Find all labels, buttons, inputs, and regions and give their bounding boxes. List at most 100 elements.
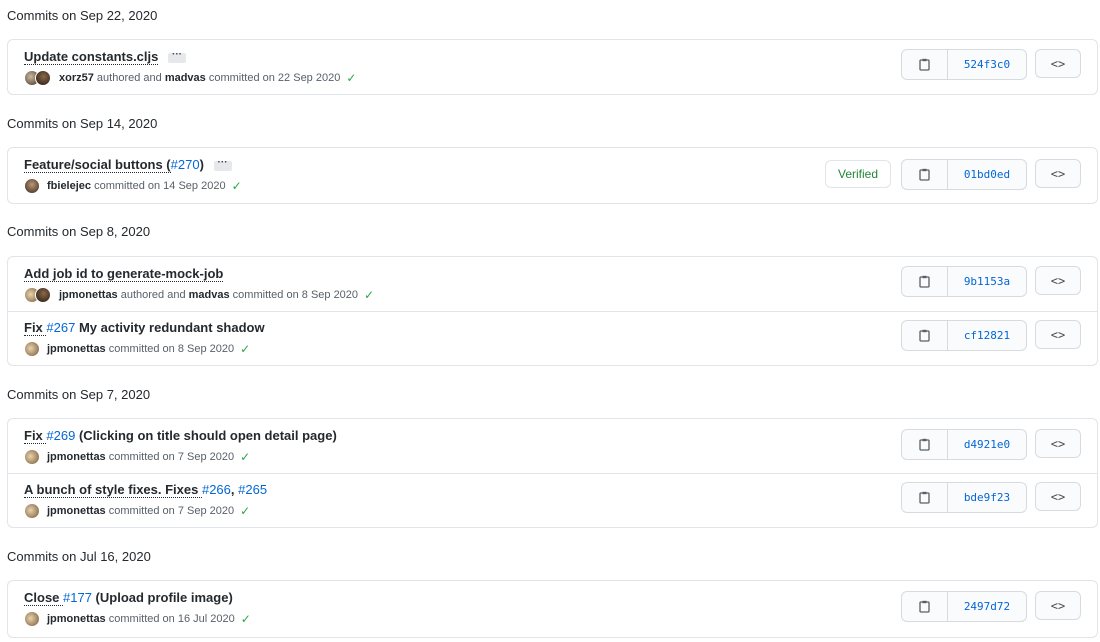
commit-row: Fix #267 My activity redundant shadow jp… [8, 312, 1097, 365]
copy-sha-button[interactable] [902, 267, 948, 296]
commit-row: A bunch of style fixes. Fixes #266, #265… [8, 474, 1097, 527]
commit-sha-link[interactable]: bde9f23 [948, 483, 1026, 512]
commit-meta: jpmonettas committed on 16 Jul 2020 ✓ [24, 611, 251, 627]
browse-repo-button[interactable]: <> [1035, 266, 1081, 295]
commit-sha-link[interactable]: 2497d72 [948, 592, 1026, 621]
avatar[interactable] [24, 449, 40, 465]
clipboard-icon [919, 600, 930, 613]
author-link[interactable]: jpmonettas [47, 613, 106, 625]
committer-link[interactable]: madvas [189, 289, 230, 301]
expand-ellipsis-button[interactable]: ··· [168, 49, 186, 63]
copy-sha-button[interactable] [902, 430, 948, 459]
copy-sha-button[interactable] [902, 592, 948, 621]
commit-sha-link[interactable]: 9b1153a [948, 267, 1026, 296]
commit-message: Update constants.cljs ··· [24, 49, 186, 65]
browse-repo-button[interactable]: <> [1035, 49, 1081, 78]
commit-title-suffix: My activity redundant shadow [75, 320, 265, 335]
commit-meta: jpmonettas authored and madvas committed… [24, 287, 374, 303]
check-icon[interactable]: ✓ [346, 71, 356, 85]
issue-link[interactable]: #266 [202, 482, 231, 497]
group-header: Commits on Sep 22, 2020 [7, 8, 158, 23]
avatar[interactable] [24, 611, 40, 627]
commit-sha-link[interactable]: cf12821 [948, 321, 1026, 350]
author-link[interactable]: jpmonettas [59, 289, 118, 301]
check-icon[interactable]: ✓ [240, 342, 250, 356]
avatar-stack [24, 287, 52, 303]
avatar-stack [24, 178, 40, 194]
copy-sha-button[interactable] [902, 483, 948, 512]
commit-title-link[interactable]: Add job id to generate-mock-job [24, 266, 224, 282]
committed-text: committed on 7 Sep 2020 [105, 451, 235, 463]
issue-link[interactable]: #177 [63, 590, 92, 605]
committer-link[interactable]: madvas [165, 72, 206, 84]
copy-sha-button[interactable] [902, 160, 948, 189]
clipboard-icon [919, 491, 930, 504]
commit-sha-link[interactable]: d4921e0 [948, 430, 1026, 459]
issue-link[interactable]: #270 [171, 157, 200, 172]
commit-row: Fix #269 (Clicking on title should open … [8, 419, 1097, 473]
commit-title-link[interactable]: Fix [24, 428, 47, 444]
check-icon[interactable]: ✓ [240, 504, 250, 518]
author-link[interactable]: jpmonettas [47, 451, 106, 463]
clipboard-icon [919, 275, 930, 288]
author-link[interactable]: xorz57 [59, 72, 94, 84]
commit-title-suffix: ) [199, 157, 204, 172]
author-link[interactable]: jpmonettas [47, 505, 106, 517]
commit-title-link[interactable]: Update constants.cljs [24, 49, 159, 65]
check-icon[interactable]: ✓ [241, 612, 251, 626]
avatar-stack [24, 503, 40, 519]
commit-row: Feature/social buttons (#270) ··· fbiele… [8, 148, 1097, 203]
issue-link[interactable]: #265 [238, 482, 267, 497]
avatar[interactable] [24, 178, 40, 194]
commit-sha-link[interactable]: 524f3c0 [948, 50, 1026, 79]
browse-repo-button[interactable]: <> [1035, 159, 1081, 188]
commit-sha-link[interactable]: 01bd0ed [948, 160, 1026, 189]
commit-title-link[interactable]: Close [24, 590, 64, 606]
commit-row: Close #177 (Upload profile image) jpmone… [8, 581, 1097, 637]
commit-row: Add job id to generate-mock-job jpmonett… [8, 257, 1097, 311]
verified-badge[interactable]: Verified [825, 160, 891, 188]
browse-repo-button[interactable]: <> [1035, 320, 1081, 349]
browse-repo-button[interactable]: <> [1035, 429, 1081, 458]
committed-text: committed on 7 Sep 2020 [105, 505, 235, 517]
sha-button-group: 524f3c0 [901, 49, 1027, 80]
check-icon[interactable]: ✓ [232, 179, 242, 193]
author-link[interactable]: jpmonettas [47, 343, 106, 355]
check-icon[interactable]: ✓ [240, 450, 250, 464]
commit-title-link[interactable]: Fix [24, 320, 47, 336]
avatar[interactable] [35, 70, 51, 86]
commit-title-link[interactable]: A bunch of style fixes. Fixes [24, 482, 202, 498]
copy-sha-button[interactable] [902, 50, 948, 79]
browse-repo-button[interactable]: <> [1035, 482, 1081, 511]
commit-message: Add job id to generate-mock-job [24, 266, 224, 282]
sha-button-group: d4921e0 [901, 429, 1027, 460]
sha-button-group: bde9f23 [901, 482, 1027, 513]
avatar[interactable] [35, 287, 51, 303]
issue-link[interactable]: #267 [46, 320, 75, 335]
avatar[interactable] [24, 341, 40, 357]
commit-message: Fix #269 (Clicking on title should open … [24, 428, 337, 444]
group-header: Commits on Sep 7, 2020 [7, 387, 151, 402]
author-link[interactable]: fbielejec [47, 180, 91, 192]
commit-list: Fix #269 (Clicking on title should open … [7, 418, 1098, 528]
check-icon[interactable]: ✓ [364, 288, 374, 302]
avatar-stack [24, 449, 40, 465]
issue-link[interactable]: #269 [46, 428, 75, 443]
committed-text: committed on 14 Sep 2020 [91, 180, 226, 192]
commit-message: Feature/social buttons (#270) ··· [24, 157, 232, 173]
commit-message: Fix #267 My activity redundant shadow [24, 320, 265, 336]
commit-list: Update constants.cljs ··· xorz57 authore… [7, 39, 1098, 95]
commit-meta: jpmonettas committed on 8 Sep 2020 ✓ [24, 341, 250, 357]
authored-text: authored and [93, 72, 165, 84]
group-header: Commits on Sep 8, 2020 [7, 224, 151, 239]
commit-title-link[interactable]: Feature/social buttons ( [24, 157, 171, 173]
avatar-stack [24, 611, 40, 627]
avatar[interactable] [24, 503, 40, 519]
browse-repo-button[interactable]: <> [1035, 591, 1081, 620]
commit-message: A bunch of style fixes. Fixes #266, #265 [24, 482, 267, 498]
sha-button-group: cf12821 [901, 320, 1027, 351]
copy-sha-button[interactable] [902, 321, 948, 350]
commit-message: Close #177 (Upload profile image) [24, 590, 233, 606]
commit-title-suffix: (Clicking on title should open detail pa… [75, 428, 337, 443]
expand-ellipsis-button[interactable]: ··· [213, 157, 232, 171]
